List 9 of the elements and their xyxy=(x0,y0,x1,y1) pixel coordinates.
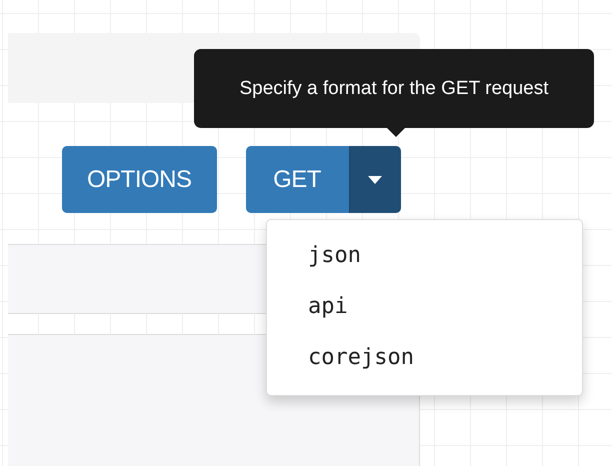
menu-item[interactable]: corejson xyxy=(308,342,414,374)
menu-item[interactable]: json xyxy=(308,240,361,272)
tooltip: Specify a format for the GET request xyxy=(194,49,594,128)
menu-item[interactable]: api xyxy=(308,291,348,323)
dropdown-toggle[interactable] xyxy=(348,146,401,213)
tooltip-arrow-icon xyxy=(386,127,406,137)
get-button[interactable]: GET xyxy=(246,146,349,213)
caret-icon xyxy=(368,176,382,184)
options-button[interactable]: OPTIONS xyxy=(62,146,217,213)
